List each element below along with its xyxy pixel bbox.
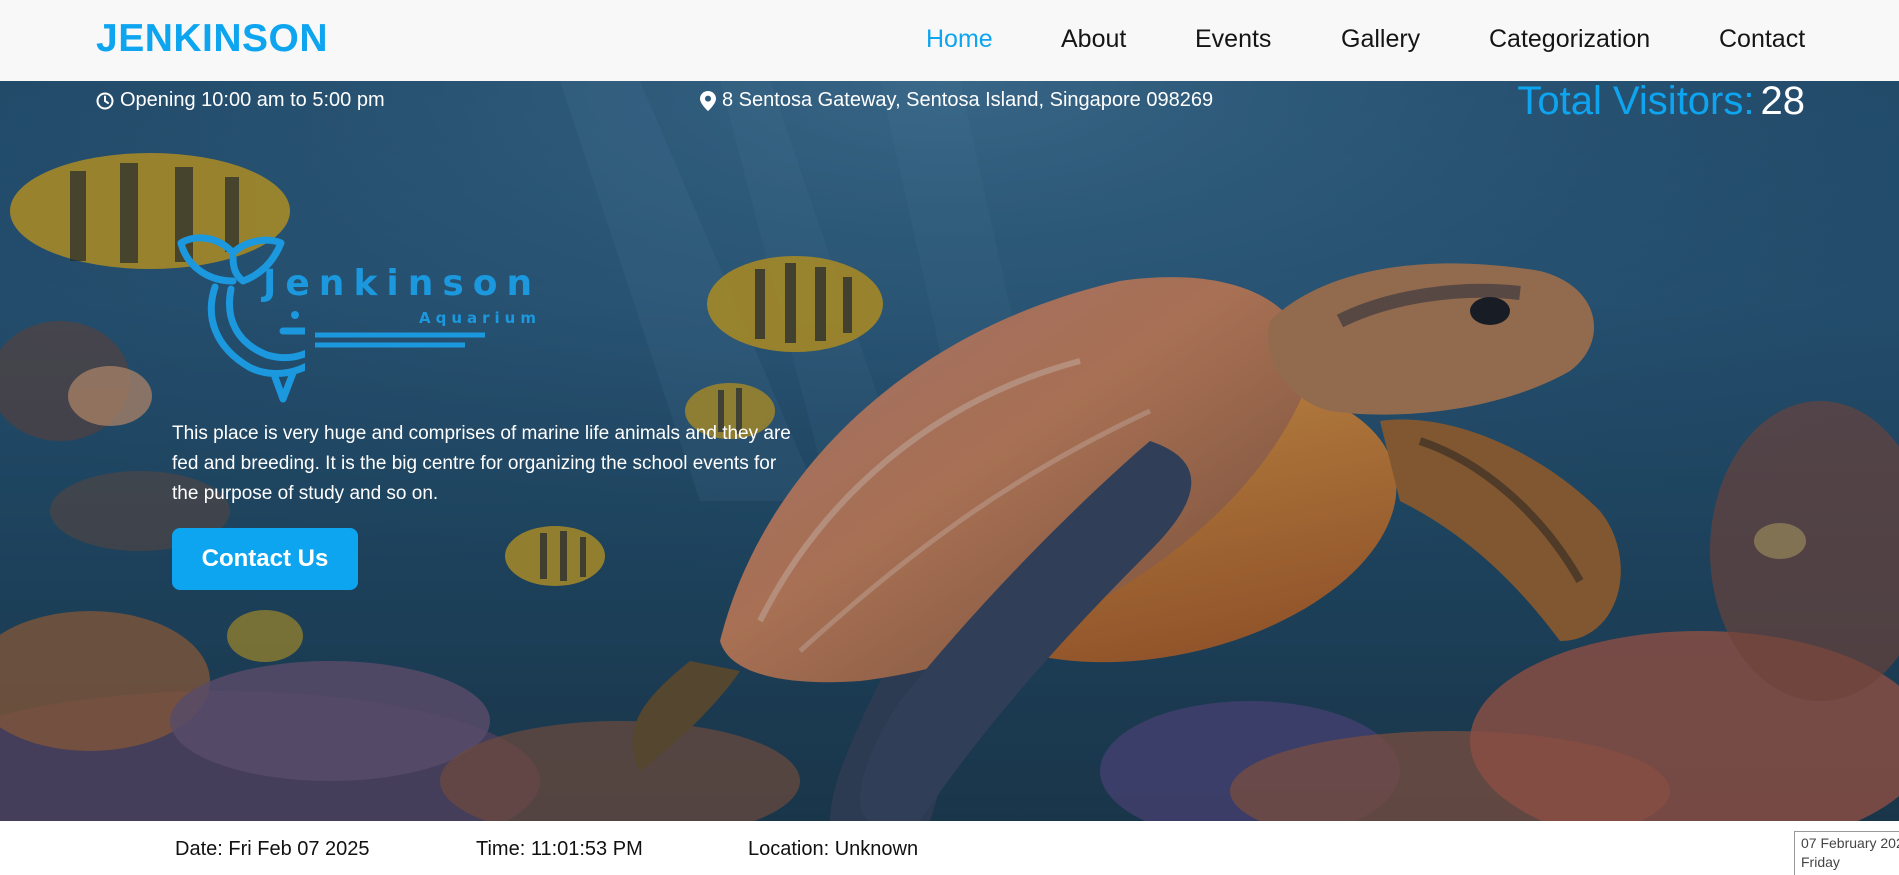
- top-navigation: JENKINSON Home About Events Gallery Cate…: [0, 0, 1899, 81]
- calendar-tooltip-day: Friday: [1801, 854, 1840, 870]
- contact-us-button[interactable]: Contact Us: [172, 528, 358, 590]
- footer-time: Time: 11:01:53 PM: [476, 838, 643, 860]
- aquarium-logo: Jenkinson Aquarium: [175, 227, 555, 407]
- calendar-tooltip: 07 February 2025 Friday: [1794, 831, 1899, 875]
- logo-subtitle: Aquarium: [419, 309, 541, 327]
- status-footer: Date: Fri Feb 07 2025 Time: 11:01:53 PM …: [0, 821, 1899, 875]
- whale-tail-logo-icon: [177, 234, 305, 403]
- nav-about[interactable]: About: [1061, 25, 1126, 54]
- opening-hours-text: Opening 10:00 am to 5:00 pm: [120, 89, 385, 111]
- logo-wordmark: Jenkinson: [263, 263, 542, 304]
- calendar-tooltip-date: 07 February 2025: [1801, 835, 1899, 851]
- hero-description: This place is very huge and comprises of…: [172, 423, 791, 504]
- hero-section: Opening 10:00 am to 5:00 pm 8 Sentosa Ga…: [0, 81, 1899, 821]
- footer-location: Location: Unknown: [748, 838, 919, 860]
- total-visitors-label: Total Visitors:: [1517, 81, 1755, 123]
- nav-events[interactable]: Events: [1195, 25, 1271, 54]
- nav-home[interactable]: Home: [926, 25, 993, 54]
- nav-categorization[interactable]: Categorization: [1489, 25, 1650, 54]
- total-visitors-count: 28: [1760, 81, 1806, 123]
- clock-icon: [96, 92, 114, 109]
- footer-date: Date: Fri Feb 07 2025: [175, 838, 370, 860]
- address: 8 Sentosa Gateway, Sentosa Island, Singa…: [700, 89, 1213, 112]
- opening-hours: Opening 10:00 am to 5:00 pm: [96, 89, 385, 112]
- total-visitors: Total Visitors: 28: [1517, 81, 1805, 124]
- address-text: 8 Sentosa Gateway, Sentosa Island, Singa…: [722, 89, 1214, 111]
- nav-contact[interactable]: Contact: [1719, 25, 1805, 54]
- map-pin-icon: [700, 90, 716, 111]
- site-brand[interactable]: JENKINSON: [96, 17, 328, 61]
- logo-wave-lines: [315, 332, 485, 348]
- nav-gallery[interactable]: Gallery: [1341, 25, 1420, 54]
